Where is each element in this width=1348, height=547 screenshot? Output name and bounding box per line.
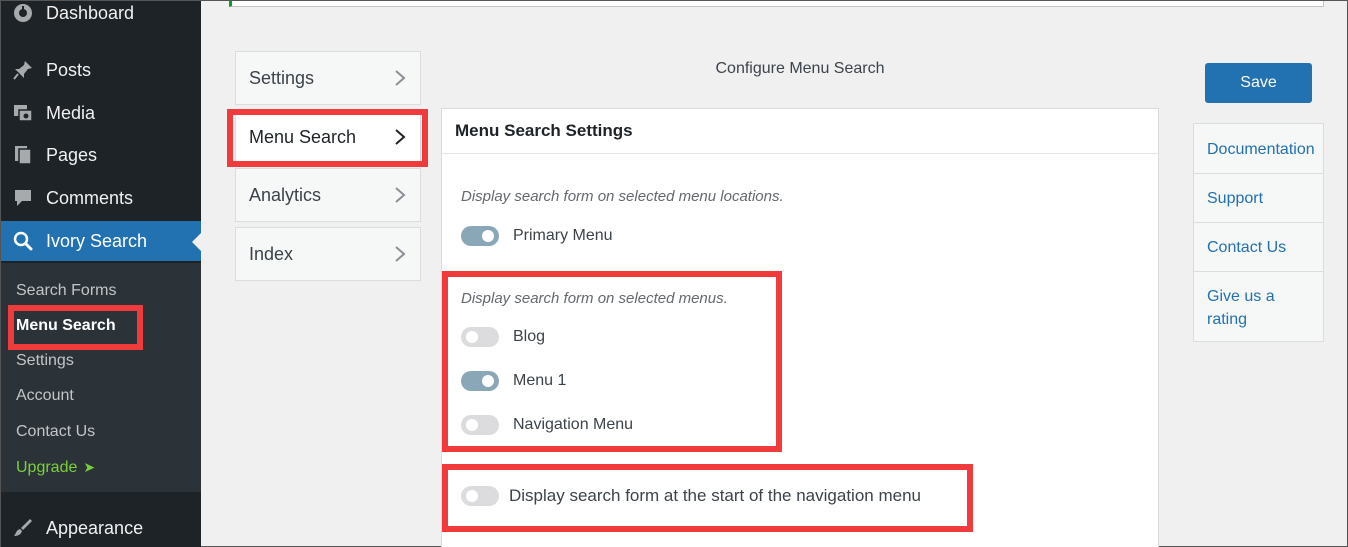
help-links: Documentation Support Contact Us Give us… xyxy=(1193,123,1324,342)
sidebar-item-label: Ivory Search xyxy=(46,230,148,251)
panel-title: Menu Search Settings xyxy=(442,109,1158,154)
media-icon xyxy=(11,101,35,125)
comments-icon xyxy=(11,186,35,210)
submenu-item-settings[interactable]: Settings xyxy=(16,351,74,371)
sidebar-item-label: Pages xyxy=(46,144,98,165)
toggle-primary-menu[interactable] xyxy=(461,226,499,246)
option-label: Menu 1 xyxy=(513,372,567,389)
start-option: Display search form at the start of the … xyxy=(461,486,921,506)
link-support[interactable]: Support xyxy=(1194,174,1323,223)
option-label: Blog xyxy=(513,328,546,345)
toggle-blog[interactable] xyxy=(461,327,499,347)
settings-panel: Menu Search Settings Display search form… xyxy=(441,108,1159,547)
option-label: Navigation Menu xyxy=(513,416,634,433)
toggle-start-of-menu[interactable] xyxy=(461,486,499,506)
chevron-right-icon xyxy=(395,129,406,145)
tab-settings[interactable]: Settings xyxy=(235,51,421,105)
tab-label: Index xyxy=(249,243,294,264)
dashboard-icon xyxy=(11,1,35,25)
sidebar-item-label: Posts xyxy=(46,59,92,80)
page-title: Configure Menu Search xyxy=(715,60,885,77)
sidebar-item-appearance[interactable]: Appearance xyxy=(1,508,201,547)
location-option: Primary Menu xyxy=(461,226,613,246)
menu-option: Navigation Menu xyxy=(461,415,633,435)
toggle-navigation-menu[interactable] xyxy=(461,415,499,435)
sidebar-item-dashboard[interactable]: Dashboard xyxy=(1,0,201,33)
sidebar-item-label: Appearance xyxy=(46,517,144,538)
search-icon xyxy=(11,229,35,253)
tab-analytics[interactable]: Analytics xyxy=(235,168,421,222)
locations-description: Display search form on selected menu loc… xyxy=(461,188,784,205)
chevron-right-icon xyxy=(395,70,406,86)
link-documentation[interactable]: Documentation xyxy=(1194,124,1323,174)
brush-icon xyxy=(11,516,35,540)
submenu-item-search-forms[interactable]: Search Forms xyxy=(16,281,116,301)
submenu-item-upgrade[interactable]: Upgrade ➤ xyxy=(16,457,95,478)
sidebar-item-comments[interactable]: Comments xyxy=(1,178,201,218)
chevron-right-icon xyxy=(395,187,406,203)
sidebar-item-media[interactable]: Media xyxy=(1,93,201,133)
sidebar-item-label: Media xyxy=(46,102,96,123)
sidebar-item-label: Comments xyxy=(46,187,134,208)
tab-label: Menu Search xyxy=(249,126,357,147)
link-contact-us[interactable]: Contact Us xyxy=(1194,223,1323,272)
link-give-rating[interactable]: Give us a rating xyxy=(1194,272,1323,342)
submenu-item-contact-us[interactable]: Contact Us xyxy=(16,422,95,442)
menus-description: Display search form on selected menus. xyxy=(461,290,728,307)
submenu-item-menu-search[interactable]: Menu Search xyxy=(16,316,116,336)
tab-index[interactable]: Index xyxy=(235,227,421,281)
admin-sidebar: Dashboard Posts Media Pages Comments Ivo… xyxy=(1,1,201,547)
tab-label: Analytics xyxy=(249,184,322,205)
submenu-item-account[interactable]: Account xyxy=(16,386,74,406)
sidebar-item-pages[interactable]: Pages xyxy=(1,135,201,175)
option-label: Display search form at the start of the … xyxy=(509,486,921,505)
option-label: Primary Menu xyxy=(513,227,613,244)
sidebar-submenu: Search Forms Menu Search Settings Accoun… xyxy=(1,263,201,492)
upgrade-label: Upgrade xyxy=(16,459,78,476)
chevron-right-icon xyxy=(395,246,406,262)
tab-menu-search[interactable]: Menu Search xyxy=(235,110,421,164)
save-button[interactable]: Save xyxy=(1205,63,1312,103)
tab-label: Settings xyxy=(249,67,315,88)
toggle-menu-1[interactable] xyxy=(461,371,499,391)
menu-option: Blog xyxy=(461,327,545,347)
pages-icon xyxy=(11,143,35,167)
menu-option: Menu 1 xyxy=(461,371,566,391)
sidebar-item-label: Dashboard xyxy=(46,2,135,23)
arrow-right-icon: ➤ xyxy=(83,459,96,475)
sidebar-item-ivory-search[interactable]: Ivory Search xyxy=(1,221,201,261)
pin-icon xyxy=(11,58,35,82)
notice-box xyxy=(229,1,1324,7)
sidebar-item-posts[interactable]: Posts xyxy=(1,50,201,90)
